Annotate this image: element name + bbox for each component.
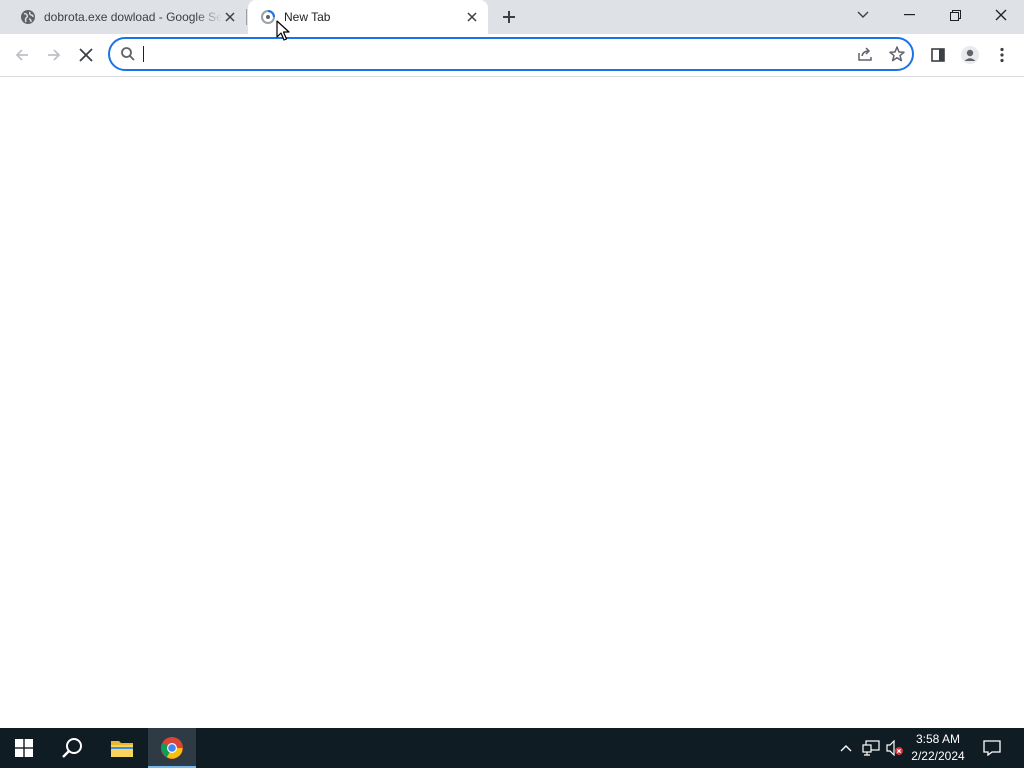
notification-button[interactable] [978, 728, 1006, 768]
close-icon [995, 9, 1007, 21]
share-icon[interactable] [856, 45, 874, 63]
windows-start-icon [15, 739, 33, 757]
tab-search-icon [857, 11, 869, 18]
tab-close-icon[interactable] [464, 9, 480, 25]
volume-muted-icon [886, 740, 903, 756]
tab-strip: dobrota.exe dowload - Google Search New … [0, 0, 1024, 34]
new-tab-button[interactable] [498, 6, 520, 28]
back-arrow-icon [15, 49, 28, 61]
minimize-icon [903, 14, 915, 16]
stop-loading-button[interactable] [70, 39, 102, 71]
clock-date: 2/22/2024 [911, 749, 965, 763]
side-panel-icon [931, 48, 945, 62]
tab-title: dobrota.exe dowload - Google Search [44, 10, 222, 24]
tab-google-search[interactable]: dobrota.exe dowload - Google Search [0, 0, 246, 34]
chrome-icon [161, 737, 183, 759]
loading-spinner-icon [260, 9, 276, 25]
clock-time: 3:58 AM [915, 732, 961, 746]
profile-button[interactable] [954, 39, 986, 71]
side-panel-button[interactable] [922, 39, 954, 71]
forward-button[interactable] [38, 39, 70, 71]
minimize-button[interactable] [886, 0, 932, 30]
network-button[interactable] [860, 728, 882, 768]
page-content [0, 77, 1024, 728]
restore-button[interactable] [932, 0, 978, 30]
network-icon [862, 740, 880, 756]
menu-button[interactable] [986, 39, 1018, 71]
tab-title: New Tab [284, 10, 331, 24]
file-explorer-icon [111, 741, 133, 757]
address-bar[interactable] [108, 37, 914, 71]
system-clock[interactable]: 3:58 AM 2/22/2024 [906, 731, 970, 765]
notification-icon [983, 740, 1001, 756]
chrome-taskbar-button[interactable] [148, 728, 196, 768]
tab-search-button[interactable] [840, 0, 886, 30]
taskbar-search-button[interactable] [48, 728, 96, 768]
restore-icon [949, 9, 961, 21]
volume-button[interactable] [884, 728, 906, 768]
bookmark-star-icon[interactable] [888, 45, 906, 63]
start-button[interactable] [0, 728, 48, 768]
windows-taskbar: 3:58 AM 2/22/2024 [0, 728, 1024, 768]
browser-toolbar [0, 34, 1024, 77]
plus-icon [503, 11, 515, 23]
show-hidden-icons-button[interactable] [836, 728, 856, 768]
show-hidden-icons-chevron [840, 745, 852, 752]
back-button[interactable] [6, 39, 38, 71]
forward-arrow-icon [48, 49, 61, 61]
stop-loading-icon [79, 48, 93, 62]
text-caret [143, 46, 144, 62]
address-input[interactable] [142, 43, 832, 65]
tab-separator [246, 9, 247, 25]
close-window-button[interactable] [978, 0, 1024, 30]
tab-close-icon[interactable] [222, 9, 238, 25]
search-icon [62, 738, 82, 758]
profile-icon [961, 46, 979, 64]
file-explorer-button[interactable] [98, 728, 146, 768]
search-icon [120, 46, 136, 62]
globe-icon [20, 9, 36, 25]
menu-kebab-icon [1000, 47, 1004, 63]
tab-new-tab[interactable]: New Tab [248, 0, 488, 34]
